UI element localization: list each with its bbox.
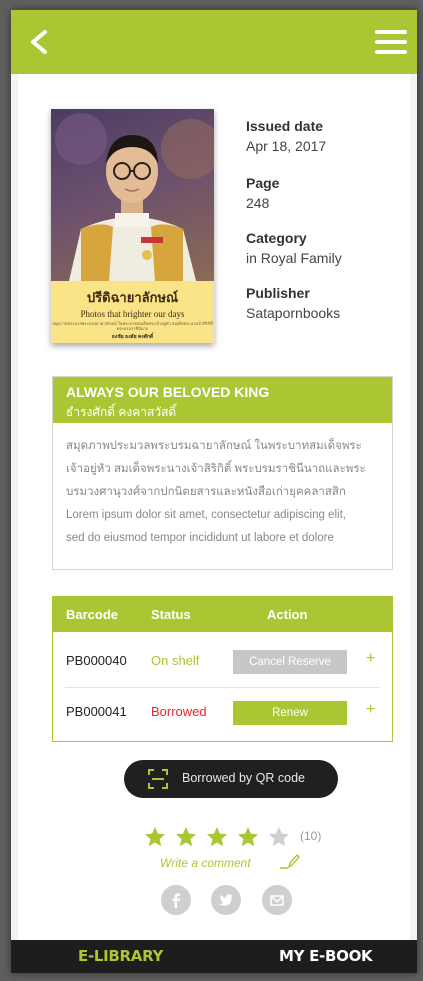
cover-title: ปรีดิฉายาลักษณ์: [86, 291, 179, 306]
renew-button[interactable]: Renew: [233, 701, 347, 725]
description-body: สมุดภาพประมวลพระบรมฉายาลักษณ์ ในพระบาทสม…: [66, 435, 386, 550]
column-action: Action: [267, 607, 308, 622]
cover-subtitle: Photos that brighter our days: [80, 309, 185, 319]
email-icon[interactable]: [262, 885, 292, 915]
star-icon[interactable]: [237, 826, 259, 848]
description-line: เจ้าอยู่หัว สมเด็จพระนางเจ้าสิริกิติ์ พร…: [66, 463, 366, 475]
qr-label: Borrowed by QR code: [182, 771, 305, 785]
cover-portrait-image: [51, 109, 214, 281]
description-line: sed do eiusmod tempor incididunt ut labo…: [66, 532, 334, 544]
barcode-cell: PB000041: [66, 704, 127, 719]
status-cell: On shelf: [151, 653, 200, 668]
meta-label: Issued date: [246, 118, 324, 134]
meta-value: Satapornbooks: [246, 305, 341, 321]
meta-value: Apr 18, 2017: [246, 138, 327, 154]
book-cover[interactable]: ปรีดิฉายาลักษณ์ Photos that brighter our…: [51, 109, 214, 343]
table-row: PB000041 Borrowed Renew +: [53, 688, 392, 738]
app-screen: ปรีดิฉายาลักษณ์ Photos that brighter our…: [11, 10, 417, 973]
meta-label: Publisher: [246, 285, 310, 301]
status-cell: Borrowed: [151, 704, 207, 719]
top-bar: [11, 10, 417, 74]
copies-table: Barcode Status Action PB000040 On shelf …: [52, 596, 393, 742]
chevron-left-icon[interactable]: [25, 26, 55, 58]
qr-scan-icon: [148, 769, 168, 789]
meta-category: Category in Royal Family: [246, 230, 406, 266]
star-icon[interactable]: [144, 826, 166, 848]
nav-my-e-book[interactable]: MY E-BOOK: [279, 940, 373, 973]
bottom-navigation: E-LIBRARY MY E-BOOK: [11, 940, 417, 973]
description-title: ALWAYS OUR BELOVED KING: [66, 384, 270, 400]
meta-issued-date: Issued date Apr 18, 2017: [246, 118, 406, 154]
star-icon[interactable]: [268, 826, 290, 848]
nav-e-library[interactable]: E-LIBRARY: [78, 940, 163, 973]
borrow-by-qr-button[interactable]: Borrowed by QR code: [124, 760, 338, 798]
plus-icon[interactable]: +: [366, 650, 375, 668]
book-detail-content: ปรีดิฉายาลักษณ์ Photos that brighter our…: [18, 74, 410, 940]
cover-small-text: สมุดภาพประมวลพระบรมฉายาลักษณ์ ในพระบาทสม…: [52, 321, 213, 331]
description-header: ALWAYS OUR BELOVED KING ธำรงศักดิ์ คงคาส…: [53, 377, 392, 423]
meta-page: Page 248: [246, 175, 406, 211]
write-comment-link[interactable]: Write a comment: [160, 856, 251, 870]
barcode-cell: PB000040: [66, 653, 127, 668]
star-rating: [144, 826, 299, 848]
meta-value: in Royal Family: [246, 250, 342, 266]
cover-author: ธงชัย ธงสัย คงศักดิ์: [111, 334, 154, 340]
star-icon[interactable]: [206, 826, 228, 848]
rating-count: (10): [300, 829, 322, 843]
table-row: PB000040 On shelf Cancel Reserve +: [53, 637, 392, 687]
cover-title-band: ปรีดิฉายาลักษณ์ Photos that brighter our…: [51, 281, 214, 343]
meta-label: Category: [246, 230, 307, 246]
plus-icon[interactable]: +: [366, 701, 375, 719]
description-line: สมุดภาพประมวลพระบรมฉายาลักษณ์ ในพระบาทสม…: [66, 440, 362, 452]
hamburger-menu-icon[interactable]: [373, 28, 409, 56]
meta-publisher: Publisher Satapornbooks: [246, 285, 406, 321]
twitter-icon[interactable]: [211, 885, 241, 915]
description-line: Lorem ipsum dolor sit amet, consectetur …: [66, 509, 346, 521]
column-barcode: Barcode: [66, 607, 119, 622]
copies-table-header: Barcode Status Action: [53, 597, 392, 632]
pencil-icon[interactable]: [280, 852, 300, 870]
description-line: บรมวงศานุวงศ์จากปกนิตยสารและหนังสือเก่าย…: [66, 486, 346, 498]
star-icon[interactable]: [175, 826, 197, 848]
facebook-icon[interactable]: [161, 885, 191, 915]
meta-label: Page: [246, 175, 280, 191]
description-author: ธำรงศักดิ์ คงคาสวัสดิ์: [66, 405, 177, 419]
cancel-reserve-button[interactable]: Cancel Reserve: [233, 650, 347, 674]
description-card: ALWAYS OUR BELOVED KING ธำรงศักดิ์ คงคาส…: [52, 376, 393, 570]
column-status: Status: [151, 607, 191, 622]
meta-value: 248: [246, 195, 270, 211]
